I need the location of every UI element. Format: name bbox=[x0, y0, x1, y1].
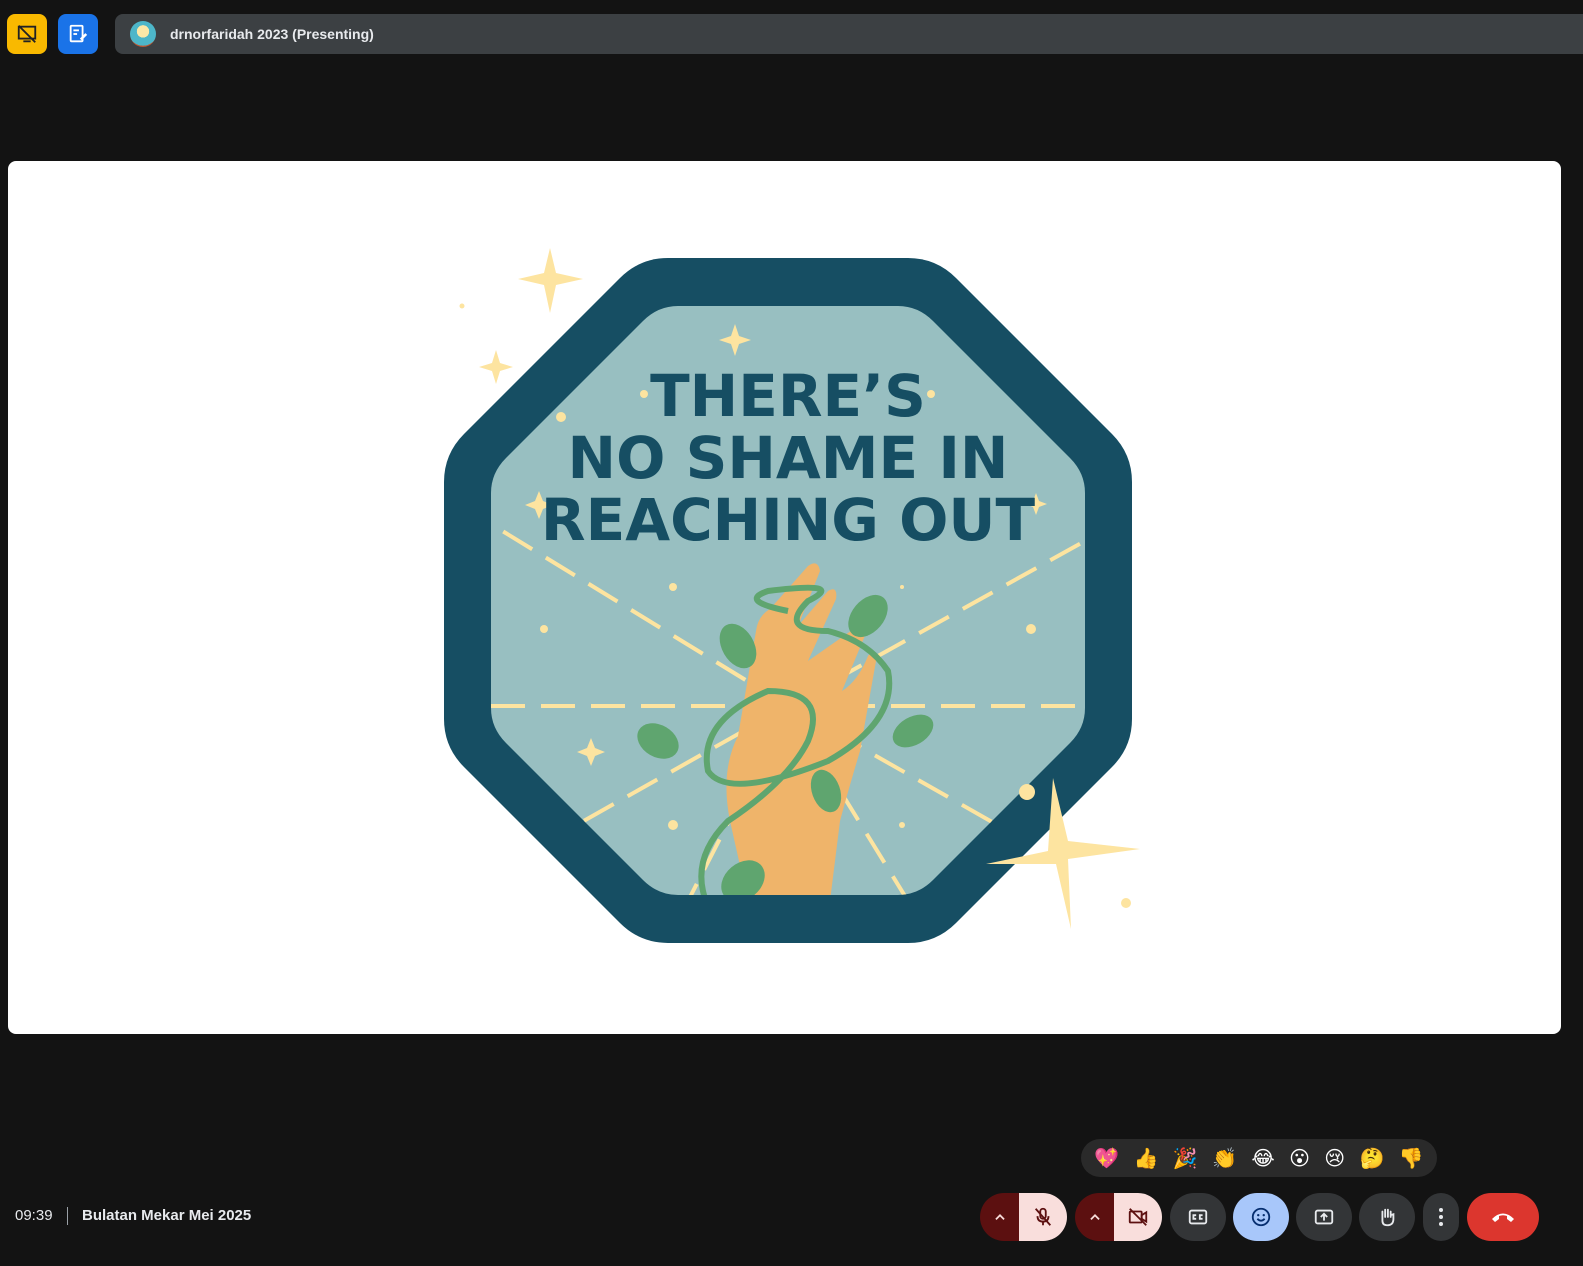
chevron-up-icon bbox=[1090, 1214, 1100, 1220]
reaction-thinking[interactable]: 🤔 bbox=[1360, 1148, 1385, 1168]
reaction-thumbs-up[interactable]: 👍 bbox=[1133, 1148, 1158, 1168]
meeting-clock: 09:39 bbox=[15, 1207, 53, 1224]
slide-line-2: NO SHAME IN bbox=[568, 424, 1009, 492]
reaction-tears-of-joy[interactable]: 😂 bbox=[1251, 1148, 1274, 1168]
presenter-banner[interactable]: drnorfaridah 2023 (Presenting) bbox=[115, 14, 1583, 54]
leave-call-icon bbox=[1492, 1213, 1514, 1222]
notes-button[interactable] bbox=[58, 14, 98, 54]
present-now-button[interactable] bbox=[1296, 1193, 1352, 1241]
presentation-stage: THERE’S NO SHAME IN REACHING OUT bbox=[8, 161, 1561, 1034]
slide-line-3: REACHING OUT bbox=[541, 486, 1036, 554]
microphone-toggle-button[interactable] bbox=[1019, 1193, 1067, 1241]
reaction-thumbs-down[interactable]: 👎 bbox=[1399, 1148, 1424, 1168]
leave-call-button[interactable] bbox=[1467, 1193, 1539, 1241]
chevron-up-icon bbox=[995, 1214, 1005, 1220]
captions-icon bbox=[1188, 1209, 1208, 1225]
audio-options-button[interactable] bbox=[980, 1193, 1020, 1241]
raise-hand-icon bbox=[1381, 1208, 1395, 1227]
reaction-crying[interactable]: 😢 bbox=[1324, 1148, 1345, 1168]
mic-off-icon bbox=[1034, 1207, 1052, 1226]
presenter-label: drnorfaridah 2023 (Presenting) bbox=[170, 26, 374, 42]
present-screen-icon bbox=[1314, 1209, 1334, 1225]
more-options-button[interactable] bbox=[1423, 1193, 1459, 1241]
send-reaction-button[interactable] bbox=[1233, 1193, 1289, 1241]
slide-line-1: THERE’S bbox=[650, 362, 926, 430]
captions-button[interactable] bbox=[1170, 1193, 1226, 1241]
meeting-title: Bulatan Mekar Mei 2025 bbox=[82, 1207, 252, 1224]
reaction-party-popper[interactable]: 🎉 bbox=[1173, 1148, 1198, 1168]
more-vert-icon bbox=[1439, 1208, 1443, 1226]
presentation-off-icon bbox=[17, 25, 37, 43]
camera-toggle-button[interactable] bbox=[1114, 1193, 1162, 1241]
raise-hand-button[interactable] bbox=[1359, 1193, 1415, 1241]
reaction-sparkling-heart[interactable]: 💖 bbox=[1094, 1148, 1119, 1168]
camera-off-icon bbox=[1128, 1208, 1148, 1226]
reaction-clapping[interactable]: 👏 bbox=[1212, 1148, 1237, 1168]
reactions-bar: 💖 👍 🎉 👏 😂 😮 😢 🤔 👎 bbox=[1081, 1139, 1437, 1177]
presentation-off-button[interactable] bbox=[7, 14, 47, 54]
video-options-button[interactable] bbox=[1075, 1193, 1115, 1241]
slide-graphic: THERE’S NO SHAME IN REACHING OUT bbox=[444, 248, 1140, 943]
avatar bbox=[130, 21, 156, 47]
emoji-icon bbox=[1251, 1207, 1271, 1227]
notes-edit-icon bbox=[69, 24, 88, 43]
reaction-surprised[interactable]: 😮 bbox=[1289, 1148, 1310, 1168]
footer-divider bbox=[67, 1207, 68, 1225]
